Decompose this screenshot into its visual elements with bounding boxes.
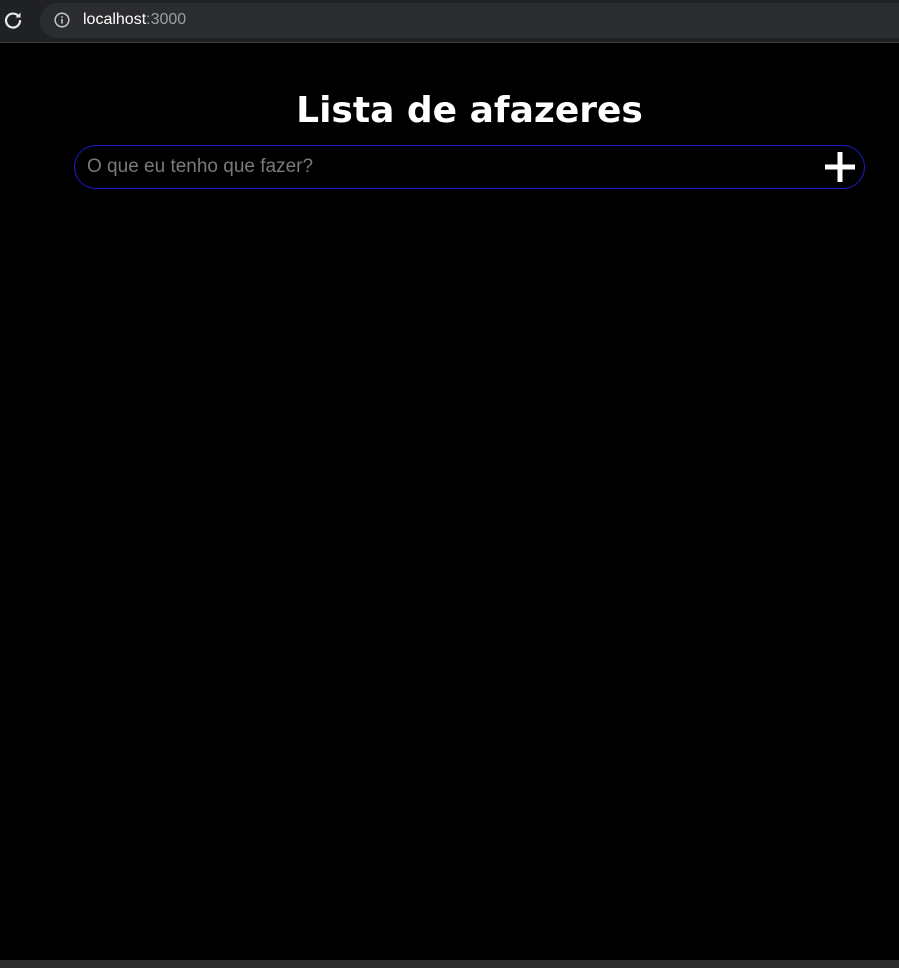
address-bar[interactable]: localhost:3000: [40, 3, 899, 38]
bottom-scroll-strip: [0, 960, 899, 968]
info-icon[interactable]: [54, 12, 70, 28]
add-todo-button[interactable]: [821, 150, 859, 184]
reload-icon: [4, 12, 22, 29]
url-port: :3000: [146, 11, 187, 28]
todo-input[interactable]: [87, 151, 807, 183]
url-text[interactable]: localhost:3000: [83, 10, 186, 30]
todo-form: [74, 145, 865, 189]
plus-icon: [825, 152, 855, 182]
url-host: localhost: [83, 11, 147, 28]
reload-button[interactable]: [2, 9, 24, 31]
page-content: Lista de afazeres: [0, 43, 899, 960]
page-title: Lista de afazeres: [296, 90, 643, 131]
browser-toolbar: localhost:3000: [0, 0, 899, 43]
